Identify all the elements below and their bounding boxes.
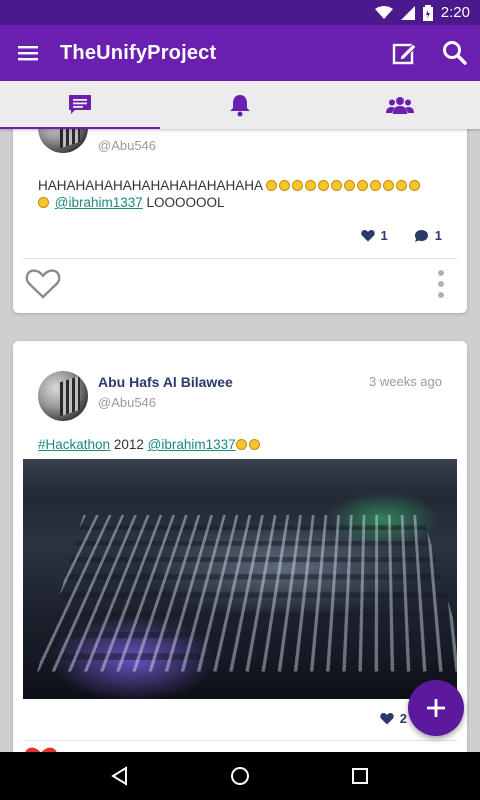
bell-icon	[229, 93, 251, 117]
mention-link[interactable]: @ibrahim1337	[148, 437, 236, 452]
back-button[interactable]	[100, 756, 140, 796]
battery-icon	[423, 5, 433, 21]
like-count: 2	[400, 711, 407, 726]
hamburger-icon	[18, 45, 38, 61]
post-handle[interactable]: @Abu546	[98, 138, 156, 153]
signal-icon	[401, 6, 415, 20]
heart-icon	[380, 712, 394, 725]
mention-link[interactable]: @ibrahim1337	[55, 195, 143, 210]
post-text: HAHAHAHAHAHAHAHAHAHAHAHA @ibrahim1337 LO…	[38, 177, 448, 211]
search-icon	[442, 40, 468, 66]
heart-icon	[361, 229, 375, 242]
post-text-mid: 2012	[114, 437, 144, 452]
post-card: @Abu546 HAHAHAHAHAHAHAHAHAHAHAHA @ibrahi…	[13, 129, 467, 313]
like-count: 1	[381, 228, 388, 243]
app-title: TheUnifyProject	[56, 42, 380, 65]
post-author[interactable]: Abu Hafs Al Bilawee	[98, 374, 233, 390]
post-text-tail: LOOOOOOL	[147, 195, 225, 210]
recents-button[interactable]	[340, 756, 380, 796]
menu-button[interactable]	[0, 25, 56, 81]
heart-outline-icon	[25, 268, 61, 300]
divider	[23, 740, 457, 741]
emoji-row	[266, 178, 422, 193]
chat-icon	[68, 94, 92, 116]
tab-messages[interactable]	[0, 81, 160, 129]
home-icon	[230, 766, 250, 786]
people-icon	[386, 95, 414, 115]
divider	[23, 258, 457, 259]
post-image[interactable]	[23, 459, 457, 699]
feed[interactable]: @Abu546 HAHAHAHAHAHAHAHAHAHAHAHA @ibrahi…	[0, 129, 480, 752]
post-text: #Hackathon 2012 @ibrahim1337	[38, 436, 448, 453]
more-options-button[interactable]	[435, 266, 447, 302]
back-icon	[110, 766, 130, 786]
post-text-main: HAHAHAHAHAHAHAHAHAHAHAHA	[38, 178, 262, 193]
comment-count: 1	[435, 228, 442, 243]
compose-icon	[392, 40, 418, 66]
tab-notifications[interactable]	[160, 81, 320, 129]
post-handle[interactable]: @Abu546	[98, 395, 156, 410]
status-bar: 2:20	[0, 0, 480, 25]
plus-icon	[426, 698, 446, 718]
home-button[interactable]	[220, 756, 260, 796]
post-card: Abu Hafs Al Bilawee @Abu546 3 weeks ago …	[13, 341, 467, 752]
tab-groups[interactable]	[320, 81, 480, 129]
post-stats: 2	[380, 711, 407, 726]
app-bar: TheUnifyProject	[0, 25, 480, 81]
like-button[interactable]	[23, 264, 63, 304]
avatar[interactable]	[38, 129, 88, 153]
avatar[interactable]	[38, 371, 88, 421]
post-stats: 1 1	[361, 228, 442, 243]
compose-button[interactable]	[380, 25, 430, 81]
hashtag-link[interactable]: #Hackathon	[38, 437, 110, 452]
tab-bar	[0, 81, 480, 129]
like-button[interactable]	[21, 741, 61, 752]
comment-icon	[414, 229, 429, 243]
wifi-icon	[375, 6, 393, 20]
recents-icon	[351, 767, 369, 785]
add-post-fab[interactable]	[408, 680, 464, 736]
system-nav-bar	[0, 752, 480, 800]
status-time: 2:20	[441, 4, 470, 21]
post-time: 3 weeks ago	[369, 374, 442, 389]
heart-filled-icon	[23, 745, 59, 752]
search-button[interactable]	[430, 25, 480, 81]
